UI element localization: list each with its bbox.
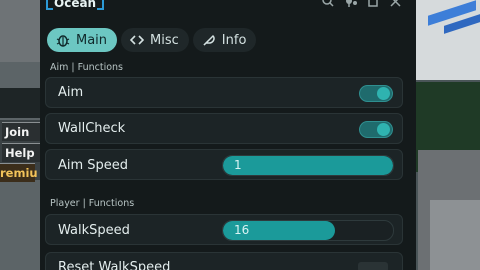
app-logo: Ocean (46, 0, 105, 10)
aim-toggle-row[interactable]: Aim (45, 77, 403, 108)
toggle-knob (377, 123, 390, 136)
restore-icon[interactable] (368, 0, 380, 7)
walkspeed-row: WalkSpeed 16 (45, 214, 403, 245)
walkspeed-slider[interactable]: 16 (222, 220, 394, 241)
app-title: Ocean (54, 0, 97, 10)
toggle-knob (377, 87, 390, 100)
game-scenery (430, 200, 480, 270)
feather-icon (203, 34, 215, 46)
section-header-player: Player | Functions (50, 198, 135, 209)
logo-bracket-right (97, 0, 105, 10)
close-icon[interactable] (390, 0, 402, 7)
logo-bracket-left (46, 0, 53, 10)
section-header-aim: Aim | Functions (50, 62, 123, 73)
aim-toggle[interactable] (359, 85, 393, 102)
bug-icon (56, 35, 70, 47)
tab-info-label: Info (221, 32, 247, 48)
tab-bar: Main Misc Info (47, 28, 257, 52)
aim-speed-slider[interactable]: 1 (222, 155, 394, 176)
tab-main-label: Main (76, 32, 108, 48)
titlebar[interactable]: Ocean (40, 0, 416, 12)
aim-speed-label: Aim Speed (58, 158, 129, 173)
help-button[interactable]: Help (2, 143, 41, 162)
join-label: Join (5, 125, 30, 139)
game-scenery (0, 88, 40, 118)
premium-label: remiu (0, 166, 38, 180)
join-button[interactable]: Join (2, 122, 41, 141)
walkspeed-label: WalkSpeed (58, 223, 130, 238)
wallcheck-toggle[interactable] (359, 121, 393, 138)
tab-info[interactable]: Info (192, 28, 257, 52)
aim-label: Aim (58, 85, 84, 100)
code-icon (130, 35, 145, 45)
tab-main[interactable]: Main (47, 28, 118, 52)
aim-speed-row: Aim Speed 1 (45, 149, 403, 180)
help-label: Help (5, 146, 35, 160)
aim-speed-value: 1 (234, 158, 242, 172)
tab-misc[interactable]: Misc (121, 28, 189, 52)
pin-icon[interactable] (344, 0, 358, 7)
slider-fill (223, 156, 393, 175)
search-icon[interactable] (322, 0, 334, 7)
script-window: Ocean Main Misc Info Aim | Functions Aim… (40, 0, 416, 270)
reset-walkspeed-button[interactable]: Reset WalkSpeed (45, 252, 403, 270)
window-controls (322, 0, 402, 7)
wallcheck-label: WallCheck (58, 121, 126, 136)
button-indicator (358, 262, 388, 270)
wallcheck-toggle-row[interactable]: WallCheck (45, 113, 403, 144)
premium-button[interactable]: remiu (0, 163, 38, 182)
walkspeed-value: 16 (234, 223, 250, 237)
reset-walkspeed-label: Reset WalkSpeed (58, 260, 171, 270)
tab-misc-label: Misc (150, 32, 179, 48)
game-scenery (0, 0, 40, 62)
